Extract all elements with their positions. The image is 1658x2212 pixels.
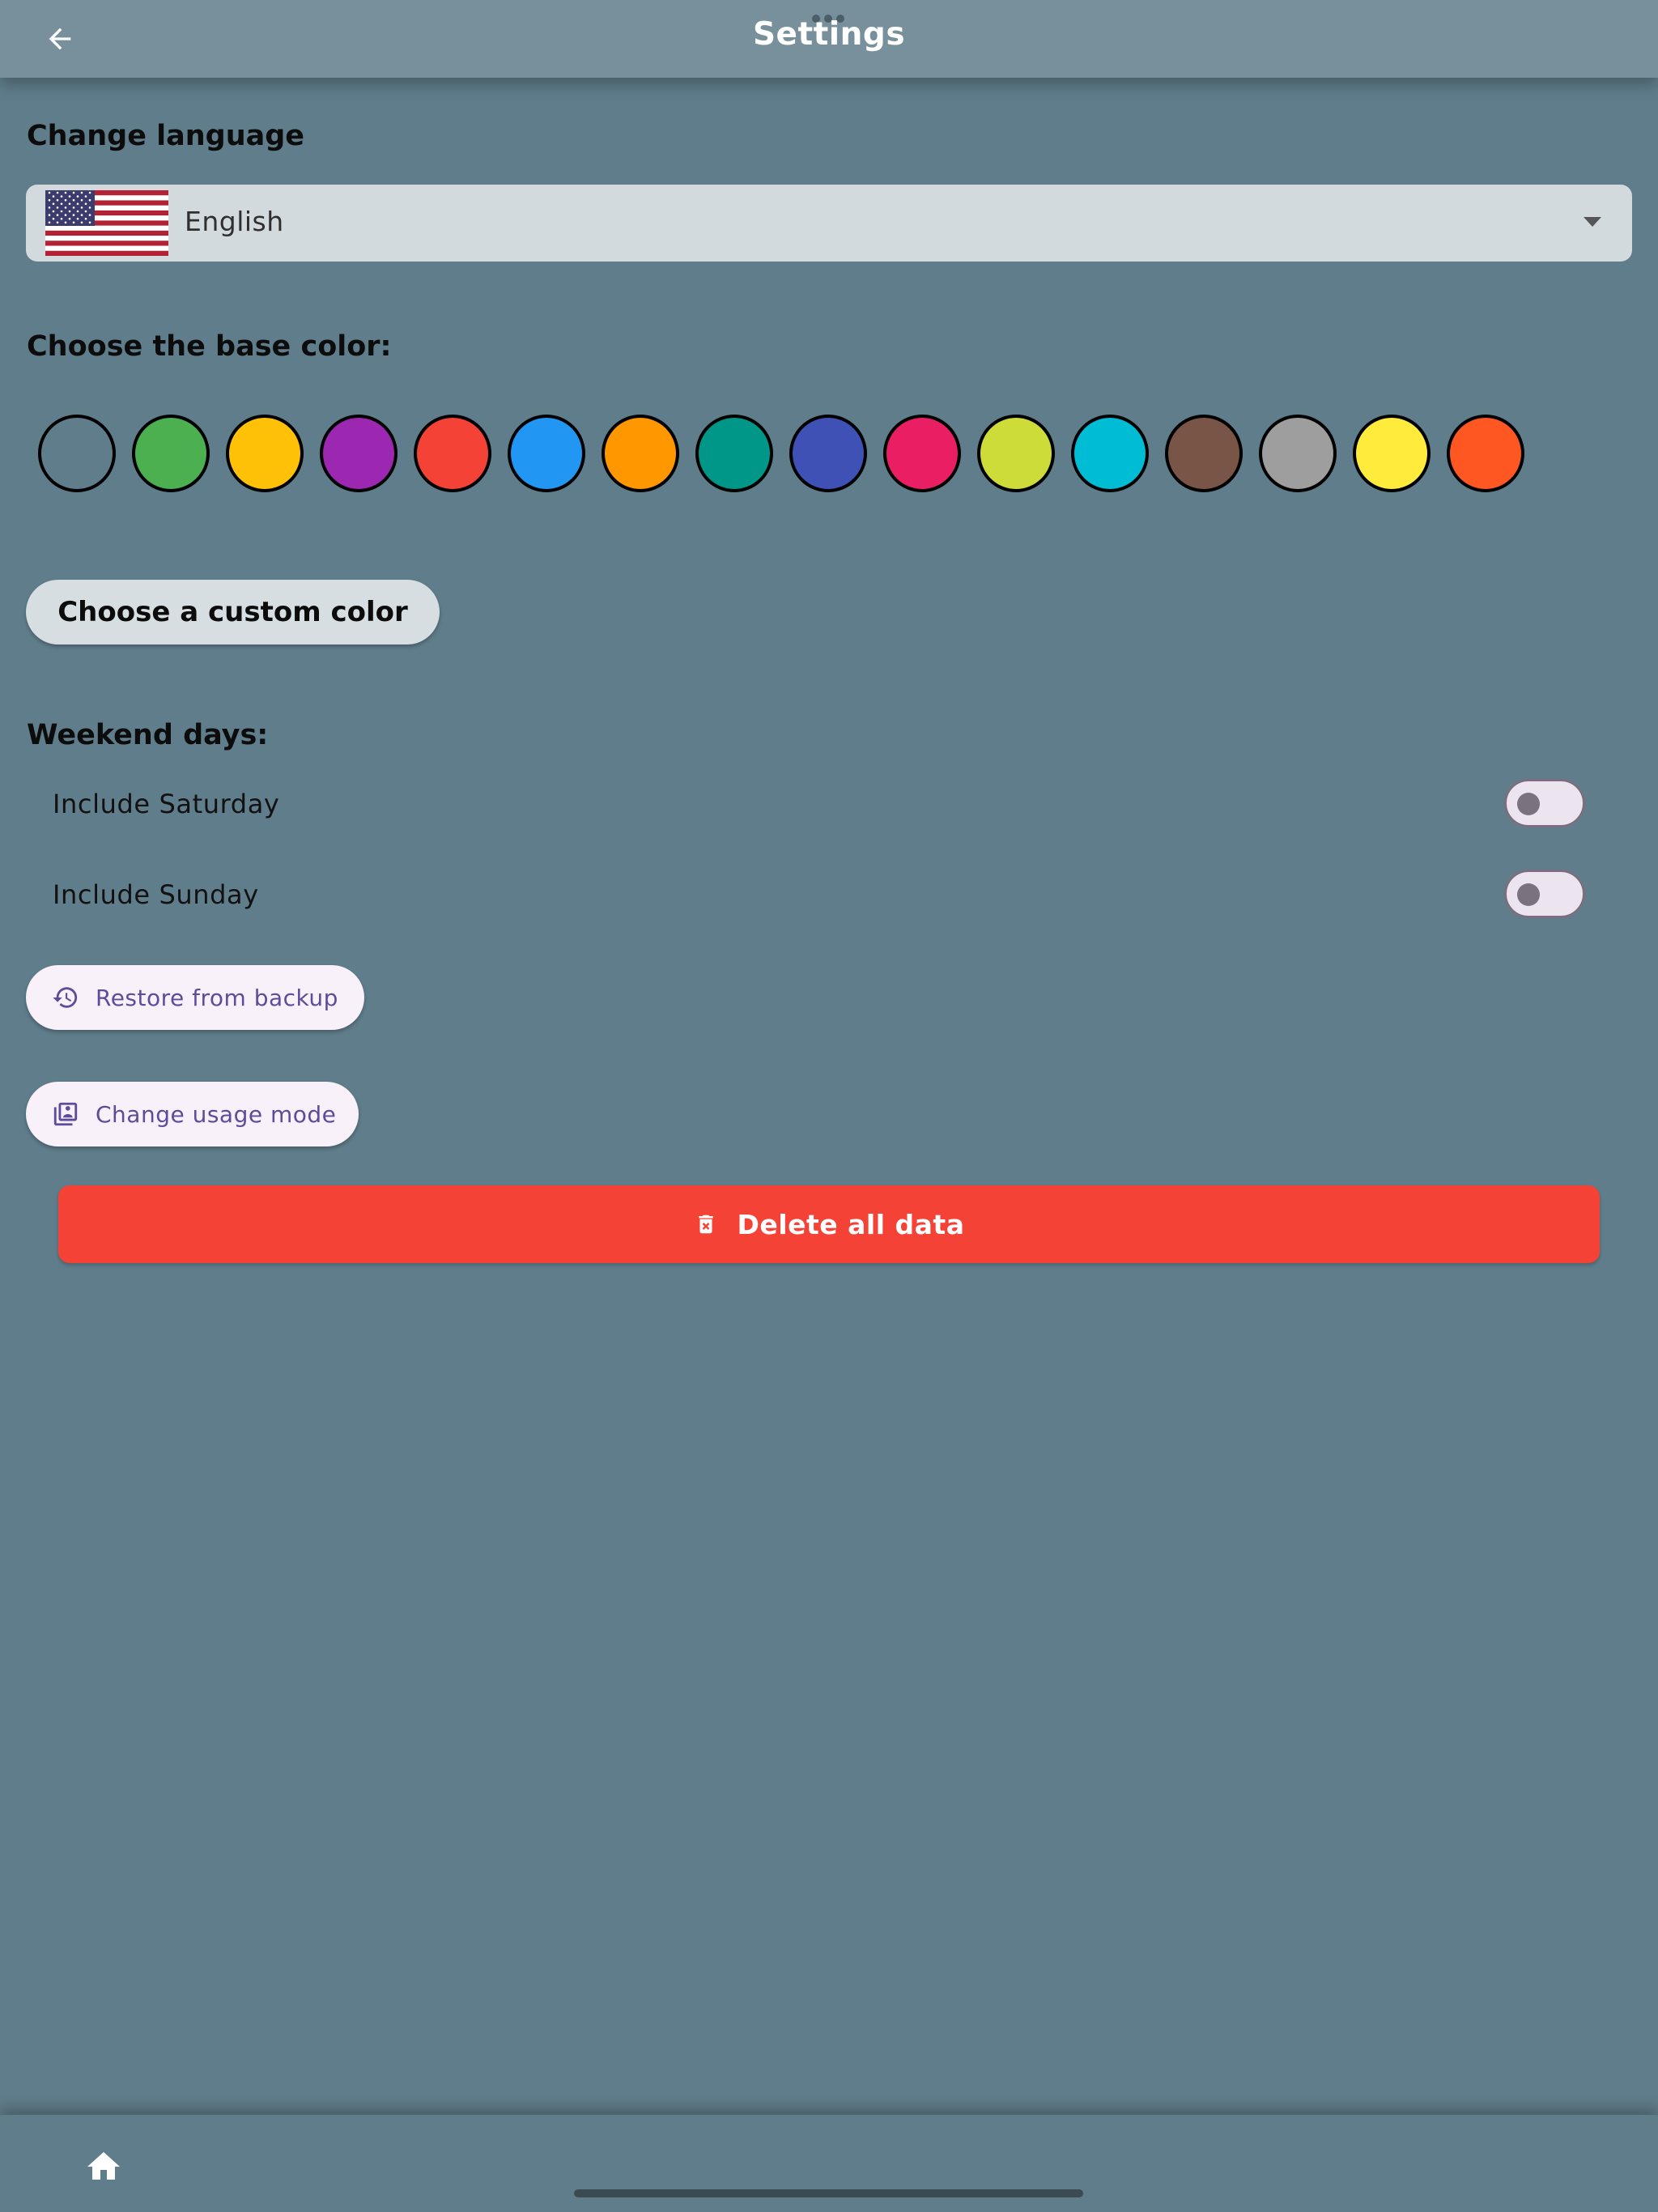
language-selected-value: English [185, 206, 284, 237]
us-flag-icon [45, 190, 168, 256]
color-swatch[interactable] [320, 415, 397, 492]
delete-all-data-button[interactable]: Delete all data [58, 1185, 1600, 1263]
restore-backup-label: Restore from backup [96, 984, 338, 1011]
color-swatch[interactable] [789, 415, 867, 492]
home-icon [87, 2152, 120, 2180]
history-icon [52, 984, 79, 1011]
delete-forever-icon [694, 1210, 718, 1238]
include-sunday-toggle[interactable] [1504, 870, 1585, 918]
bottom-navigation-bar [0, 2115, 1658, 2212]
change-usage-mode-button[interactable]: Change usage mode [26, 1082, 359, 1146]
include-saturday-label: Include Saturday [53, 789, 280, 819]
include-sunday-label: Include Sunday [53, 879, 259, 910]
color-swatch[interactable] [602, 415, 679, 492]
restore-backup-button[interactable]: Restore from backup [26, 965, 364, 1030]
color-swatch[interactable] [1071, 415, 1149, 492]
toggle-thumb [1517, 883, 1540, 906]
include-saturday-toggle[interactable] [1504, 779, 1585, 827]
color-swatch[interactable] [414, 415, 491, 492]
dropdown-arrow-icon [1584, 217, 1601, 227]
color-swatch[interactable] [695, 415, 773, 492]
change-usage-mode-label: Change usage mode [96, 1100, 337, 1128]
color-swatch[interactable] [38, 415, 116, 492]
language-dropdown[interactable]: English [26, 185, 1632, 262]
language-heading: Change language [27, 120, 305, 152]
color-swatch-row [38, 415, 1524, 492]
home-button[interactable] [84, 2147, 123, 2186]
toggle-thumb [1517, 793, 1540, 815]
color-swatch[interactable] [508, 415, 585, 492]
color-swatch[interactable] [1165, 415, 1243, 492]
base-color-heading: Choose the base color: [27, 330, 392, 363]
color-swatch[interactable] [226, 415, 304, 492]
color-swatch[interactable] [977, 415, 1055, 492]
color-swatch[interactable] [1447, 415, 1524, 492]
color-swatch[interactable] [1259, 415, 1337, 492]
page-title: Settings [752, 16, 906, 53]
color-swatch[interactable] [883, 415, 961, 492]
home-indicator[interactable] [574, 2189, 1083, 2197]
library-icon [52, 1100, 79, 1128]
delete-all-data-label: Delete all data [737, 1208, 965, 1240]
custom-color-button[interactable]: Choose a custom color [26, 580, 440, 644]
app-bar: Settings [0, 0, 1658, 78]
weekend-heading: Weekend days: [27, 719, 269, 751]
color-swatch[interactable] [1353, 415, 1431, 492]
color-swatch[interactable] [132, 415, 210, 492]
